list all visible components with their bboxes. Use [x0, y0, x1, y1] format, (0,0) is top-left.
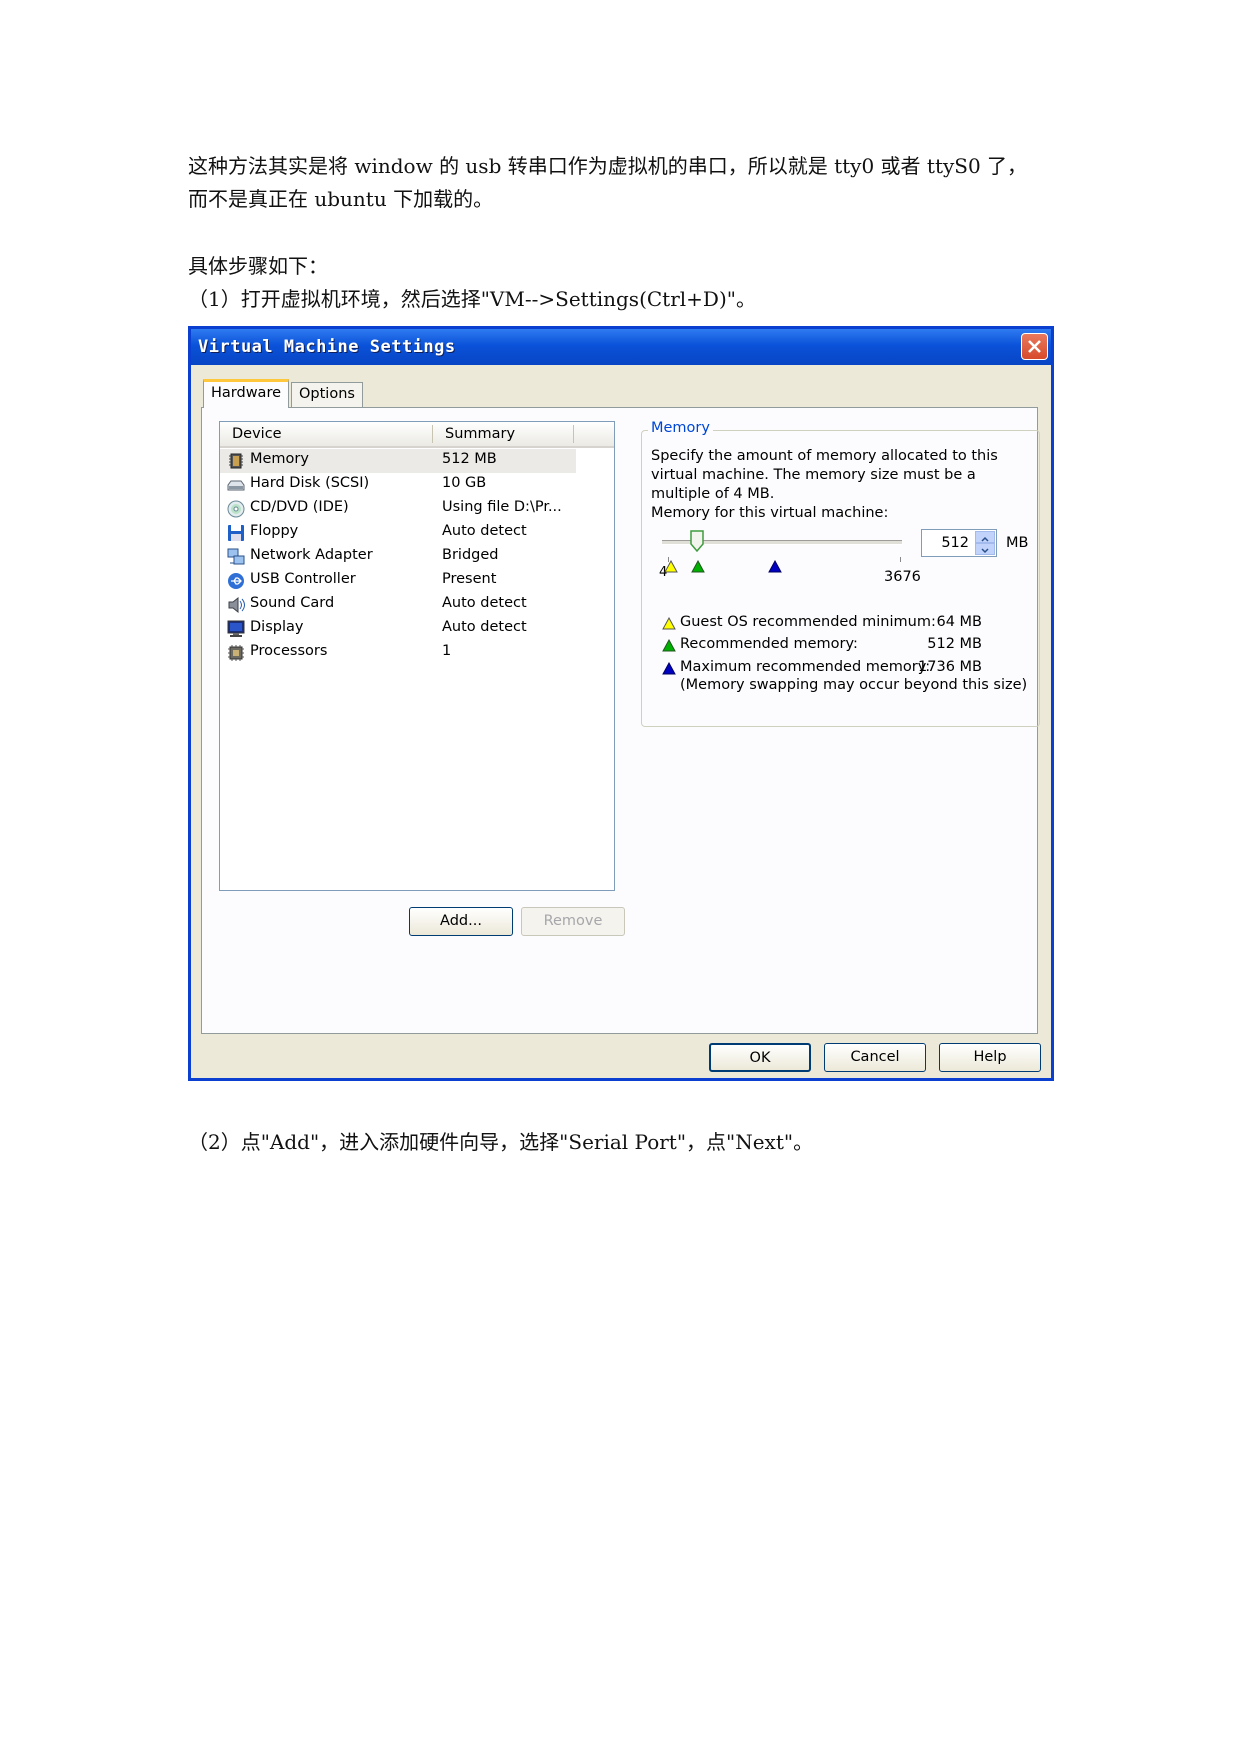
memory-group: Memory Specify the amount of memory allo… — [641, 420, 1040, 727]
device-row-memory[interactable]: Memory 512 MB — [220, 449, 576, 473]
device-summary: Auto detect — [442, 595, 527, 611]
tab-options[interactable]: Options — [291, 382, 363, 408]
column-header-device[interactable]: Device — [232, 426, 282, 442]
network-adapter-icon — [227, 548, 245, 565]
step-1-text: （1）打开虚拟机环境，然后选择"VM-->Settings(Ctrl+D)"。 — [188, 287, 756, 311]
device-summary: Present — [442, 571, 497, 587]
device-row-floppy[interactable]: Floppy Auto detect — [220, 521, 614, 545]
device-summary: Auto detect — [442, 523, 527, 539]
recommended-marker-icon — [662, 639, 676, 652]
add-device-button[interactable]: Add... — [409, 907, 513, 936]
memory-swap-note: (Memory swapping may occur beyond this s… — [680, 677, 1028, 693]
guest-minimum-marker-icon — [664, 560, 678, 573]
legend-value: 512 MB — [927, 636, 982, 652]
memory-icon — [229, 453, 243, 469]
device-summary: 10 GB — [442, 475, 487, 491]
close-button[interactable] — [1021, 333, 1048, 360]
device-row-processors[interactable]: Processors 1 — [220, 641, 614, 665]
memory-description: Specify the amount of memory allocated t… — [651, 448, 998, 502]
processor-icon — [228, 645, 244, 661]
legend-label: Recommended memory: — [680, 636, 858, 652]
step-2-text: （2）点"Add"，进入添加硬件向导，选择"Serial Port"，点"Nex… — [188, 1130, 814, 1154]
device-summary: Bridged — [442, 547, 499, 563]
device-row-cd-dvd[interactable]: CD/DVD (IDE) Using file D:\Pr... — [220, 497, 614, 521]
cd-dvd-icon — [227, 500, 245, 518]
help-button[interactable]: Help — [939, 1043, 1041, 1072]
usb-icon — [228, 573, 244, 589]
dialog-title: Virtual Machine Settings — [198, 337, 456, 357]
intro-paragraph: 这种方法其实是将 window 的 usb 转串口作为虚拟机的串口，所以就是 t… — [188, 150, 1027, 216]
slider-max-label: 3676 — [884, 569, 921, 585]
column-separator[interactable] — [573, 425, 574, 443]
memory-size-value: 512 — [941, 535, 969, 551]
slider-tick — [900, 557, 901, 562]
maximum-recommended-marker-icon — [662, 662, 676, 675]
device-row-usb-controller[interactable]: USB Controller Present — [220, 569, 614, 593]
device-row-display[interactable]: Display Auto detect — [220, 617, 614, 641]
memory-group-title: Memory — [648, 420, 713, 436]
device-row-network-adapter[interactable]: Network Adapter Bridged — [220, 545, 614, 569]
memory-field-label: Memory for this virtual machine: — [651, 505, 889, 521]
vm-settings-dialog: Virtual Machine Settings Hardware Option… — [188, 326, 1054, 1081]
hardware-tab-panel: Device Summary Memory 512 MB Hard Disk (… — [201, 407, 1040, 1034]
steps-heading: 具体步骤如下： — [188, 254, 328, 278]
memory-unit-label: MB — [1006, 535, 1029, 551]
title-bar[interactable]: Virtual Machine Settings — [191, 329, 1051, 365]
column-separator[interactable] — [432, 425, 433, 443]
spin-down-button[interactable] — [975, 543, 995, 555]
device-row-hard-disk[interactable]: Hard Disk (SCSI) 10 GB — [220, 473, 614, 497]
legend-value: 1736 MB — [918, 659, 982, 675]
device-name: Memory — [250, 451, 309, 467]
device-summary: 512 MB — [442, 451, 497, 467]
device-summary: Using file D:\Pr... — [442, 499, 562, 515]
steps-paragraph: 具体步骤如下： （1）打开虚拟机环境，然后选择"VM-->Settings(Ct… — [188, 250, 756, 316]
device-name: Display — [250, 619, 304, 635]
device-summary: Auto detect — [442, 619, 527, 635]
intro-line-2: 而不是真正在 ubuntu 下加载的。 — [188, 187, 494, 211]
tab-hardware[interactable]: Hardware — [203, 379, 290, 408]
column-header-summary[interactable]: Summary — [445, 426, 515, 442]
sound-card-icon — [228, 596, 245, 614]
device-list-header: Device Summary — [220, 422, 614, 448]
remove-device-button[interactable]: Remove — [521, 907, 625, 936]
guest-minimum-marker-icon — [662, 617, 676, 630]
cancel-button[interactable]: Cancel — [824, 1043, 926, 1072]
display-icon — [227, 620, 245, 637]
device-list[interactable]: Device Summary Memory 512 MB Hard Disk (… — [219, 421, 615, 891]
close-icon — [1028, 340, 1041, 353]
floppy-icon — [228, 525, 244, 541]
device-summary: 1 — [442, 643, 452, 659]
chevron-down-icon — [981, 548, 989, 554]
device-row-sound-card[interactable]: Sound Card Auto detect — [220, 593, 614, 617]
ok-button[interactable]: OK — [709, 1043, 811, 1072]
memory-slider-thumb[interactable] — [690, 530, 704, 552]
memory-size-input[interactable]: 512 — [921, 529, 997, 557]
device-name: USB Controller — [250, 571, 356, 587]
hard-disk-icon — [227, 480, 245, 491]
intro-line-1: 这种方法其实是将 window 的 usb 转串口作为虚拟机的串口，所以就是 t… — [188, 154, 1028, 178]
legend-value: 64 MB — [936, 614, 982, 630]
device-name: CD/DVD (IDE) — [250, 499, 349, 515]
device-name: Processors — [250, 643, 328, 659]
device-name: Floppy — [250, 523, 299, 539]
device-name: Sound Card — [250, 595, 335, 611]
device-name: Network Adapter — [250, 547, 373, 563]
device-name: Hard Disk (SCSI) — [250, 475, 370, 491]
maximum-recommended-marker-icon — [768, 560, 782, 573]
recommended-marker-icon — [691, 560, 705, 573]
spin-up-button[interactable] — [975, 531, 995, 543]
